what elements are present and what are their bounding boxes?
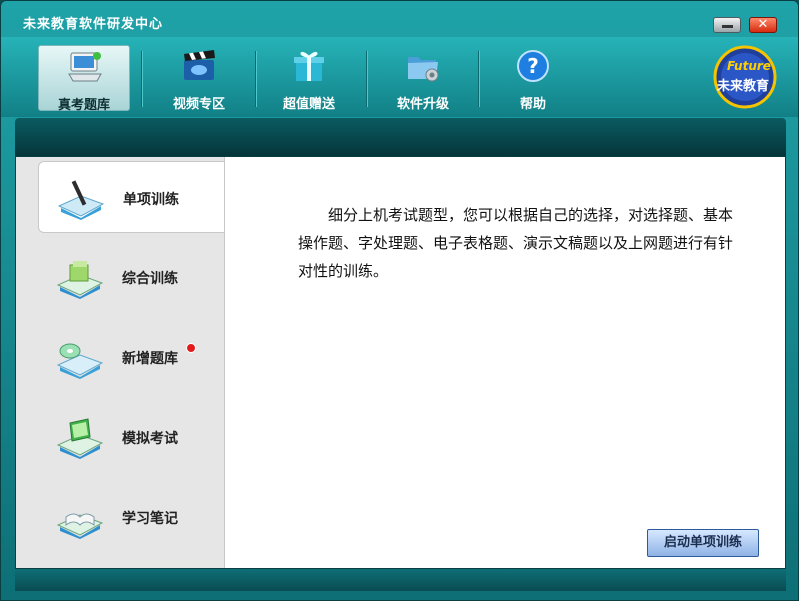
tool-video[interactable]: 视频专区 [153,45,245,112]
gift-icon [294,51,324,81]
tool-upgrade[interactable]: 软件升级 [377,45,469,112]
logo-text-en: Future [727,59,771,73]
books-icon [56,261,104,299]
bottom-bar [15,569,786,591]
sidebar-item-label: 学习笔记 [122,511,178,527]
future-education-logo: Future 未来教育 [713,45,777,109]
content-area: 单项训练 综合训练 新增题库 模拟考试 学习笔记 细分上机考试题型，您可以根据自… [15,156,786,569]
close-button[interactable]: ✕ [749,17,777,33]
pen-book-icon [57,180,105,220]
pane-divider [224,157,225,568]
toolbar-separator [255,51,256,107]
folder-gear-icon [408,57,439,82]
header-strip [15,118,786,156]
training-description: 细分上机考试题型，您可以根据自己的选择，对选择题、基本操作题、字处理题、电子表格… [298,206,734,280]
sidebar-item-label: 模拟考试 [122,431,178,447]
new-badge-icon [186,343,196,353]
tool-help[interactable]: ? 帮助 [487,45,579,112]
start-single-training-button[interactable]: 启动单项训练 [647,529,759,557]
help-icon: ? [517,50,549,82]
tool-real-exam[interactable]: 真考题库 [38,45,130,113]
tool-gift[interactable]: 超值赠送 [263,45,355,112]
toolbar-separator [478,51,479,107]
laptop-icon [56,418,104,459]
app-window: 未来教育软件研发中心 ✕ 真考题库 视频专区 超值赠送 软件升级 ? 帮助 Fu… [0,0,799,601]
tool-label: 真考题库 [57,98,110,113]
cd-disc-icon [56,343,104,379]
clapperboard-icon [184,50,215,80]
toolbar-separator [366,51,367,107]
computer-icon [68,52,102,82]
sidebar-item-new-question-bank[interactable]: 新增题库 [38,321,224,393]
tool-label: 帮助 [519,97,546,112]
toolbar-separator [141,51,142,107]
sidebar-item-label: 新增题库 [122,351,178,367]
tool-label: 超值赠送 [282,97,335,112]
svg-text:?: ? [527,54,539,78]
tool-label: 视频专区 [172,97,225,112]
sidebar-item-label: 综合训练 [122,271,178,287]
title-bar[interactable]: 未来教育软件研发中心 ✕ [1,1,798,37]
sidebar-item-label: 单项训练 [123,192,179,208]
sidebar: 单项训练 综合训练 新增题库 模拟考试 学习笔记 [16,157,224,568]
sidebar-item-single-training[interactable]: 单项训练 [38,161,224,233]
sidebar-item-study-notes[interactable]: 学习笔记 [38,481,224,553]
main-toolbar: 真考题库 视频专区 超值赠送 软件升级 ? 帮助 Future 未来教育 [1,37,798,117]
window-title: 未来教育软件研发中心 [23,17,164,32]
sidebar-item-comprehensive-training[interactable]: 综合训练 [38,241,224,313]
sidebar-item-mock-exam[interactable]: 模拟考试 [38,401,224,473]
logo-text-cn: 未来教育 [717,79,770,94]
minimize-button[interactable] [713,17,741,33]
tool-label: 软件升级 [396,97,449,112]
open-book-icon [56,513,104,539]
